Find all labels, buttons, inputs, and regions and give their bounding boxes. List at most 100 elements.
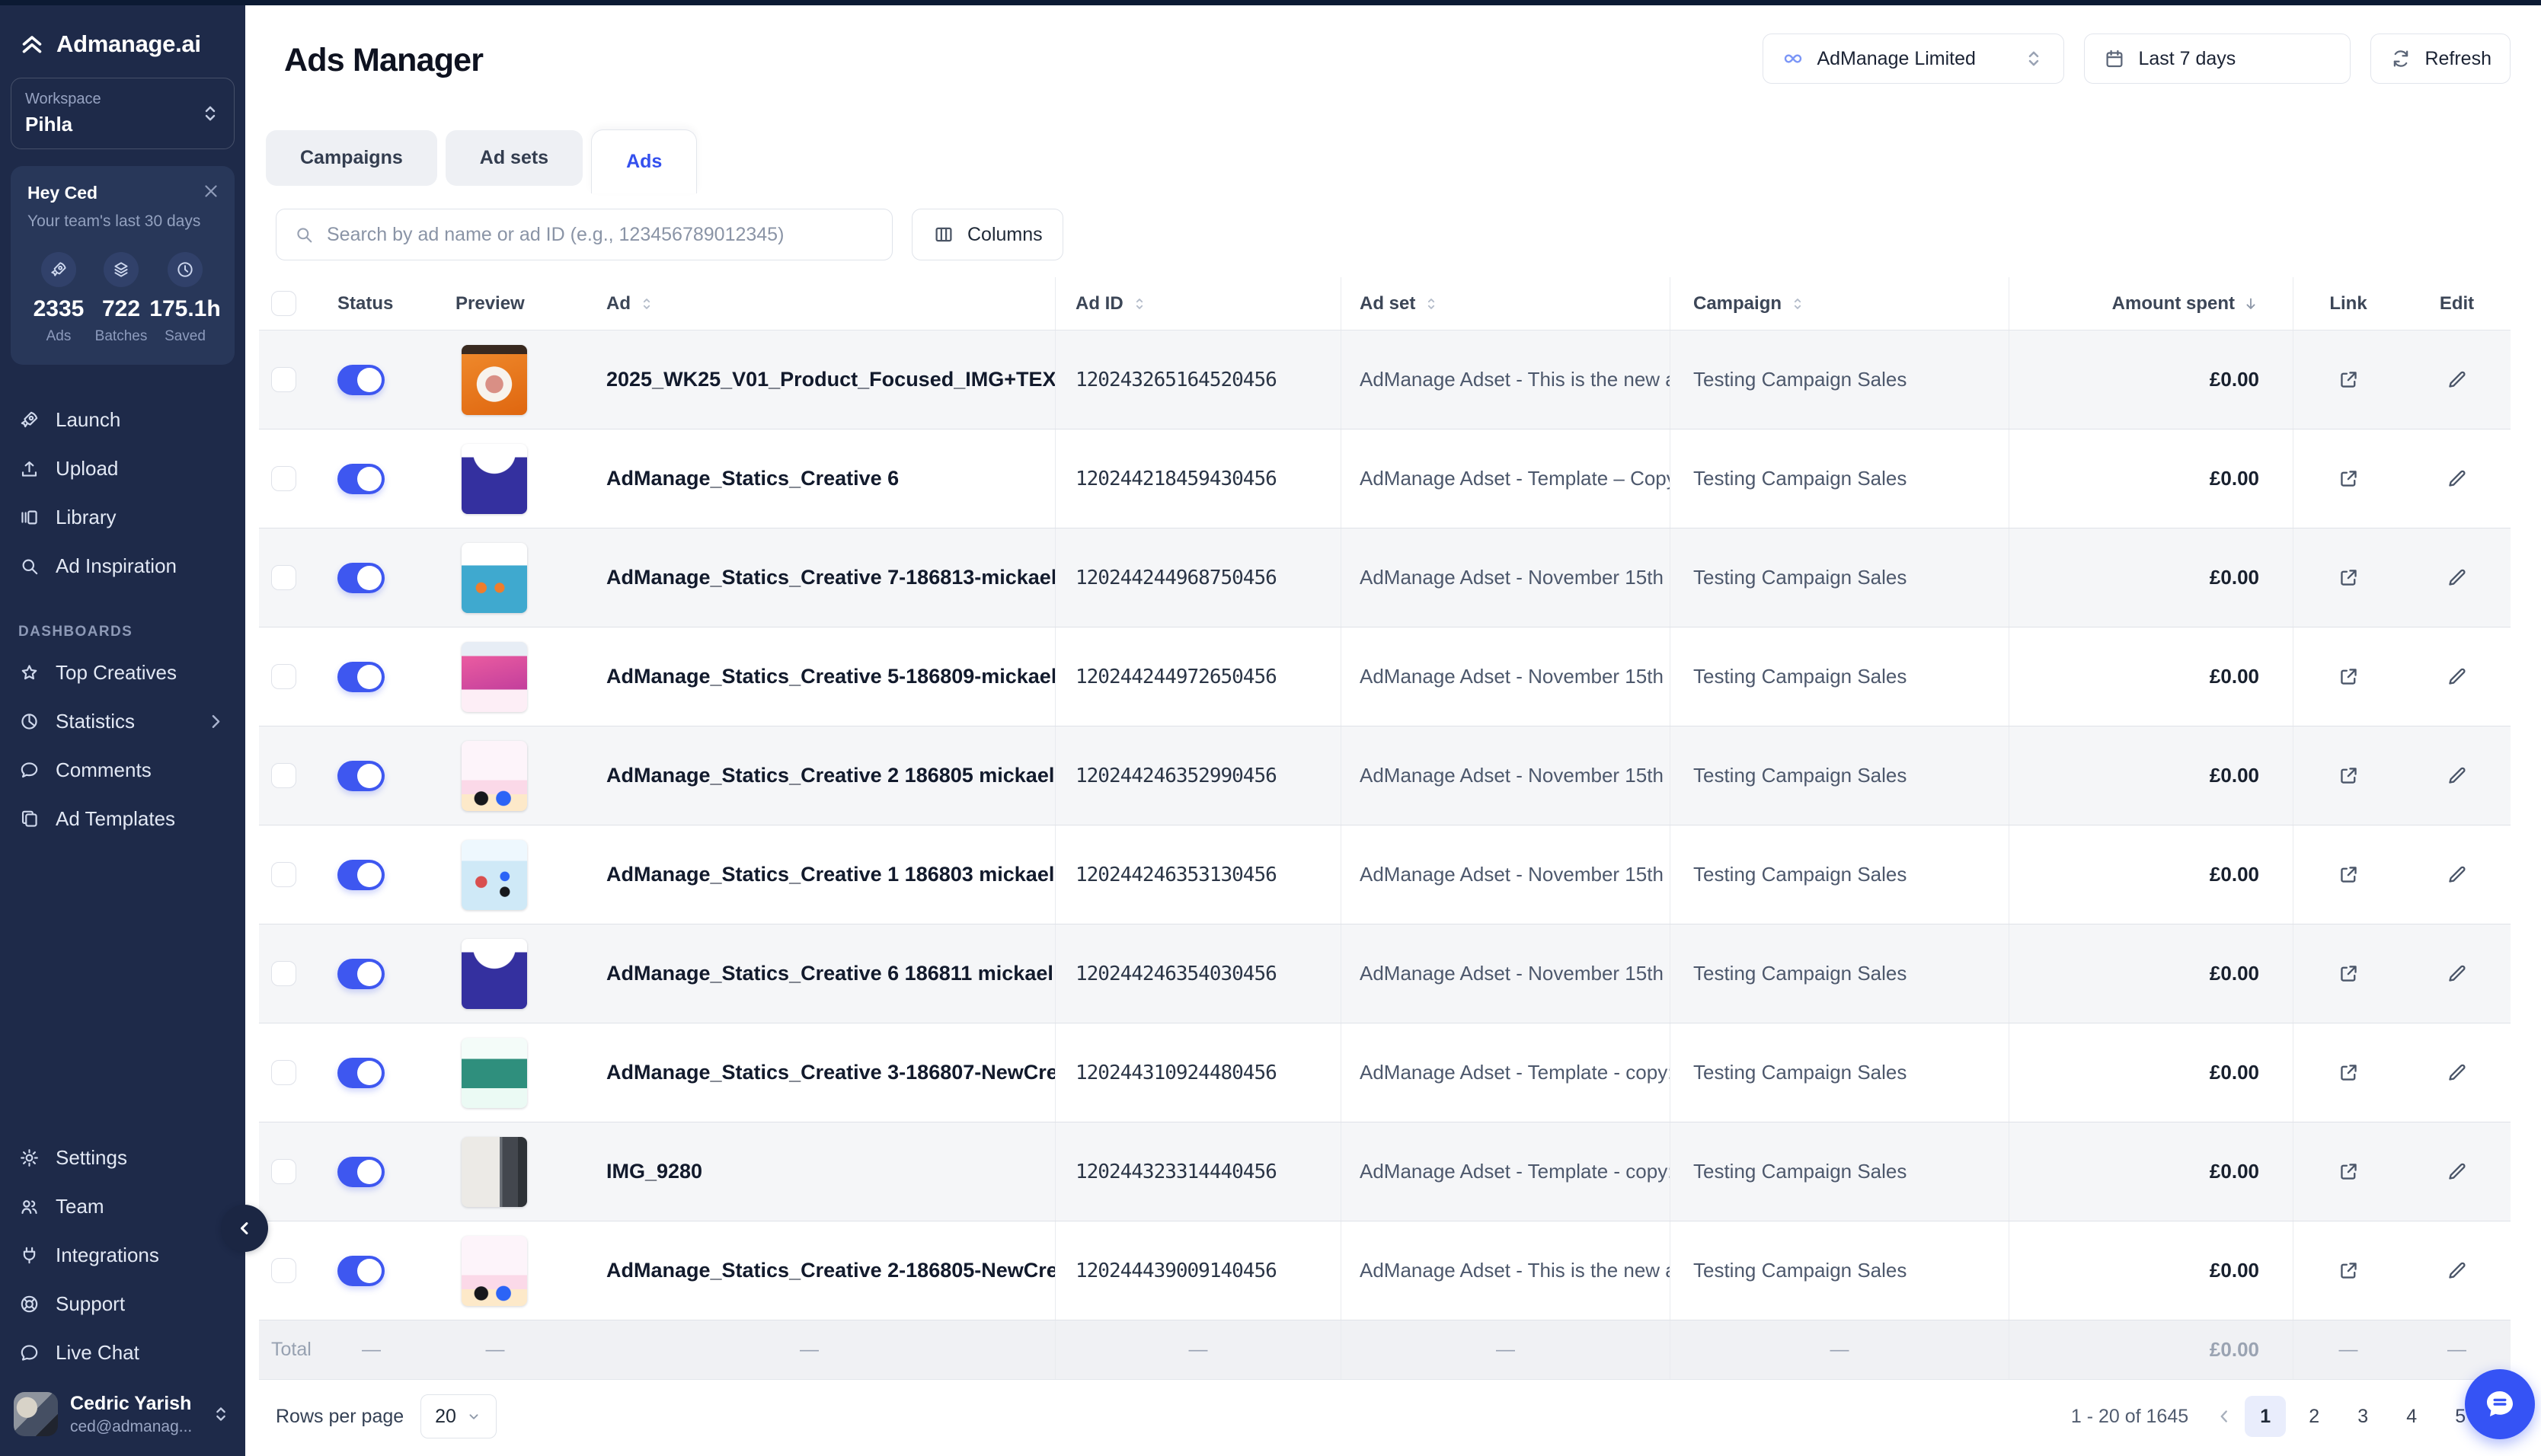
edit-icon[interactable] [2445, 1259, 2469, 1282]
column-header-amount-spent[interactable]: Amount spent [2009, 277, 2293, 330]
edit-icon[interactable] [2445, 368, 2469, 391]
ad-preview-thumbnail[interactable] [462, 444, 527, 514]
ad-name[interactable]: AdManage_Statics_Creative 2-186805-NewCr… [606, 1259, 1055, 1282]
sidebar-item-support[interactable]: Support [18, 1279, 227, 1328]
page-button-4[interactable]: 4 [2391, 1396, 2432, 1437]
column-header-ad-id[interactable]: Ad ID [1055, 277, 1341, 330]
sidebar-item-integrations[interactable]: Integrations [18, 1231, 227, 1279]
column-header-ad[interactable]: Ad [564, 277, 1055, 330]
external-link-icon[interactable] [2337, 368, 2360, 391]
row-checkbox[interactable] [271, 466, 296, 491]
tab-ads[interactable]: Ads [591, 129, 697, 193]
date-range-picker[interactable]: Last 7 days [2084, 34, 2351, 84]
row-checkbox[interactable] [271, 961, 296, 986]
column-header-campaign[interactable]: Campaign [1670, 277, 2009, 330]
row-checkbox[interactable] [271, 1060, 296, 1085]
column-header-ad-set[interactable]: Ad set [1341, 277, 1670, 330]
status-toggle[interactable] [337, 761, 385, 791]
edit-icon[interactable] [2445, 566, 2469, 589]
edit-icon[interactable] [2445, 863, 2469, 886]
user-menu[interactable]: Cedric Yarish ced@admanag... [0, 1377, 245, 1456]
sidebar-item-launch[interactable]: Launch [18, 395, 227, 444]
ad-preview-thumbnail[interactable] [462, 345, 527, 415]
external-link-icon[interactable] [2337, 467, 2360, 490]
ad-preview-thumbnail[interactable] [462, 642, 527, 712]
ad-preview-thumbnail[interactable] [462, 543, 527, 613]
external-link-icon[interactable] [2337, 863, 2360, 886]
ad-preview-thumbnail[interactable] [462, 1137, 527, 1207]
ad-preview-thumbnail[interactable] [462, 1236, 527, 1306]
ad-name[interactable]: AdManage_Statics_Creative 6 186811 micka… [606, 962, 1055, 985]
sidebar-item-ad-inspiration[interactable]: Ad Inspiration [18, 541, 227, 590]
status-toggle[interactable] [337, 1157, 385, 1187]
sidebar-item-comments[interactable]: Comments [18, 746, 227, 794]
ad-name[interactable]: 2025_WK25_V01_Product_Focused_IMG+TEXT_C [606, 368, 1055, 391]
sidebar-collapse-button[interactable] [221, 1205, 268, 1252]
ad-name[interactable]: AdManage_Statics_Creative 3-186807-NewCr… [606, 1061, 1055, 1084]
previous-page-button[interactable] [2214, 1407, 2234, 1426]
sidebar-item-team[interactable]: Team [18, 1182, 227, 1231]
row-checkbox[interactable] [271, 1159, 296, 1184]
tab-campaigns[interactable]: Campaigns [266, 130, 437, 186]
ad-preview-thumbnail[interactable] [462, 1038, 527, 1108]
external-link-icon[interactable] [2337, 566, 2360, 589]
ad-preview-thumbnail[interactable] [462, 741, 527, 811]
rows-per-page-select[interactable]: 20 [420, 1394, 497, 1438]
status-toggle[interactable] [337, 464, 385, 494]
page-button-3[interactable]: 3 [2342, 1396, 2383, 1437]
live-chat-fab[interactable] [2465, 1369, 2535, 1439]
external-link-icon[interactable] [2337, 962, 2360, 985]
status-toggle[interactable] [337, 1256, 385, 1286]
external-link-icon[interactable] [2337, 1061, 2360, 1084]
amount-spent: £0.00 [2210, 665, 2259, 688]
status-toggle[interactable] [337, 365, 385, 395]
edit-icon[interactable] [2445, 1160, 2469, 1183]
ad-name[interactable]: AdManage_Statics_Creative 1 186803 micka… [606, 863, 1055, 886]
tab-ad-sets[interactable]: Ad sets [446, 130, 583, 186]
page-button-1[interactable]: 1 [2245, 1396, 2286, 1437]
sidebar-item-ad-templates[interactable]: Ad Templates [18, 794, 227, 843]
columns-button[interactable]: Columns [912, 209, 1063, 260]
sidebar-item-live-chat[interactable]: Live Chat [18, 1328, 227, 1377]
account-select[interactable]: AdManage Limited [1763, 34, 2064, 84]
status-toggle[interactable] [337, 1058, 385, 1088]
external-link-icon[interactable] [2337, 665, 2360, 688]
status-toggle[interactable] [337, 662, 385, 692]
workspace-selector[interactable]: Workspace Pihla [11, 78, 235, 149]
sidebar-item-settings[interactable]: Settings [18, 1133, 227, 1182]
refresh-button[interactable]: Refresh [2370, 34, 2511, 84]
external-link-icon[interactable] [2337, 1160, 2360, 1183]
edit-icon[interactable] [2445, 764, 2469, 787]
ad-name[interactable]: IMG_9280 [606, 1160, 702, 1183]
external-link-icon[interactable] [2337, 1259, 2360, 1282]
row-checkbox[interactable] [271, 664, 296, 689]
ad-name[interactable]: AdManage_Statics_Creative 6 [606, 467, 899, 490]
status-toggle[interactable] [337, 959, 385, 989]
row-checkbox[interactable] [271, 1258, 296, 1283]
row-checkbox[interactable] [271, 862, 296, 887]
status-toggle[interactable] [337, 860, 385, 890]
row-checkbox[interactable] [271, 367, 296, 392]
sidebar-item-statistics[interactable]: Statistics [18, 697, 227, 746]
sidebar-item-library[interactable]: Library [18, 493, 227, 541]
select-all-checkbox[interactable] [271, 291, 296, 316]
ad-name[interactable]: AdManage_Statics_Creative 7-186813-micka… [606, 566, 1055, 589]
ad-preview-thumbnail[interactable] [462, 939, 527, 1009]
sidebar-item-upload[interactable]: Upload [18, 444, 227, 493]
logo[interactable]: Admanage.ai [0, 0, 245, 58]
edit-icon[interactable] [2445, 962, 2469, 985]
ad-name[interactable]: AdManage_Statics_Creative 2 186805 micka… [606, 764, 1055, 787]
edit-icon[interactable] [2445, 467, 2469, 490]
edit-icon[interactable] [2445, 1061, 2469, 1084]
sidebar-item-top-creatives[interactable]: Top Creatives [18, 648, 227, 697]
search-input[interactable] [327, 224, 875, 246]
row-checkbox[interactable] [271, 565, 296, 590]
row-checkbox[interactable] [271, 763, 296, 788]
close-icon[interactable] [201, 181, 221, 201]
external-link-icon[interactable] [2337, 764, 2360, 787]
edit-icon[interactable] [2445, 665, 2469, 688]
ad-preview-thumbnail[interactable] [462, 840, 527, 910]
ad-name[interactable]: AdManage_Statics_Creative 5-186809-micka… [606, 665, 1055, 688]
page-button-2[interactable]: 2 [2293, 1396, 2335, 1437]
status-toggle[interactable] [337, 563, 385, 593]
